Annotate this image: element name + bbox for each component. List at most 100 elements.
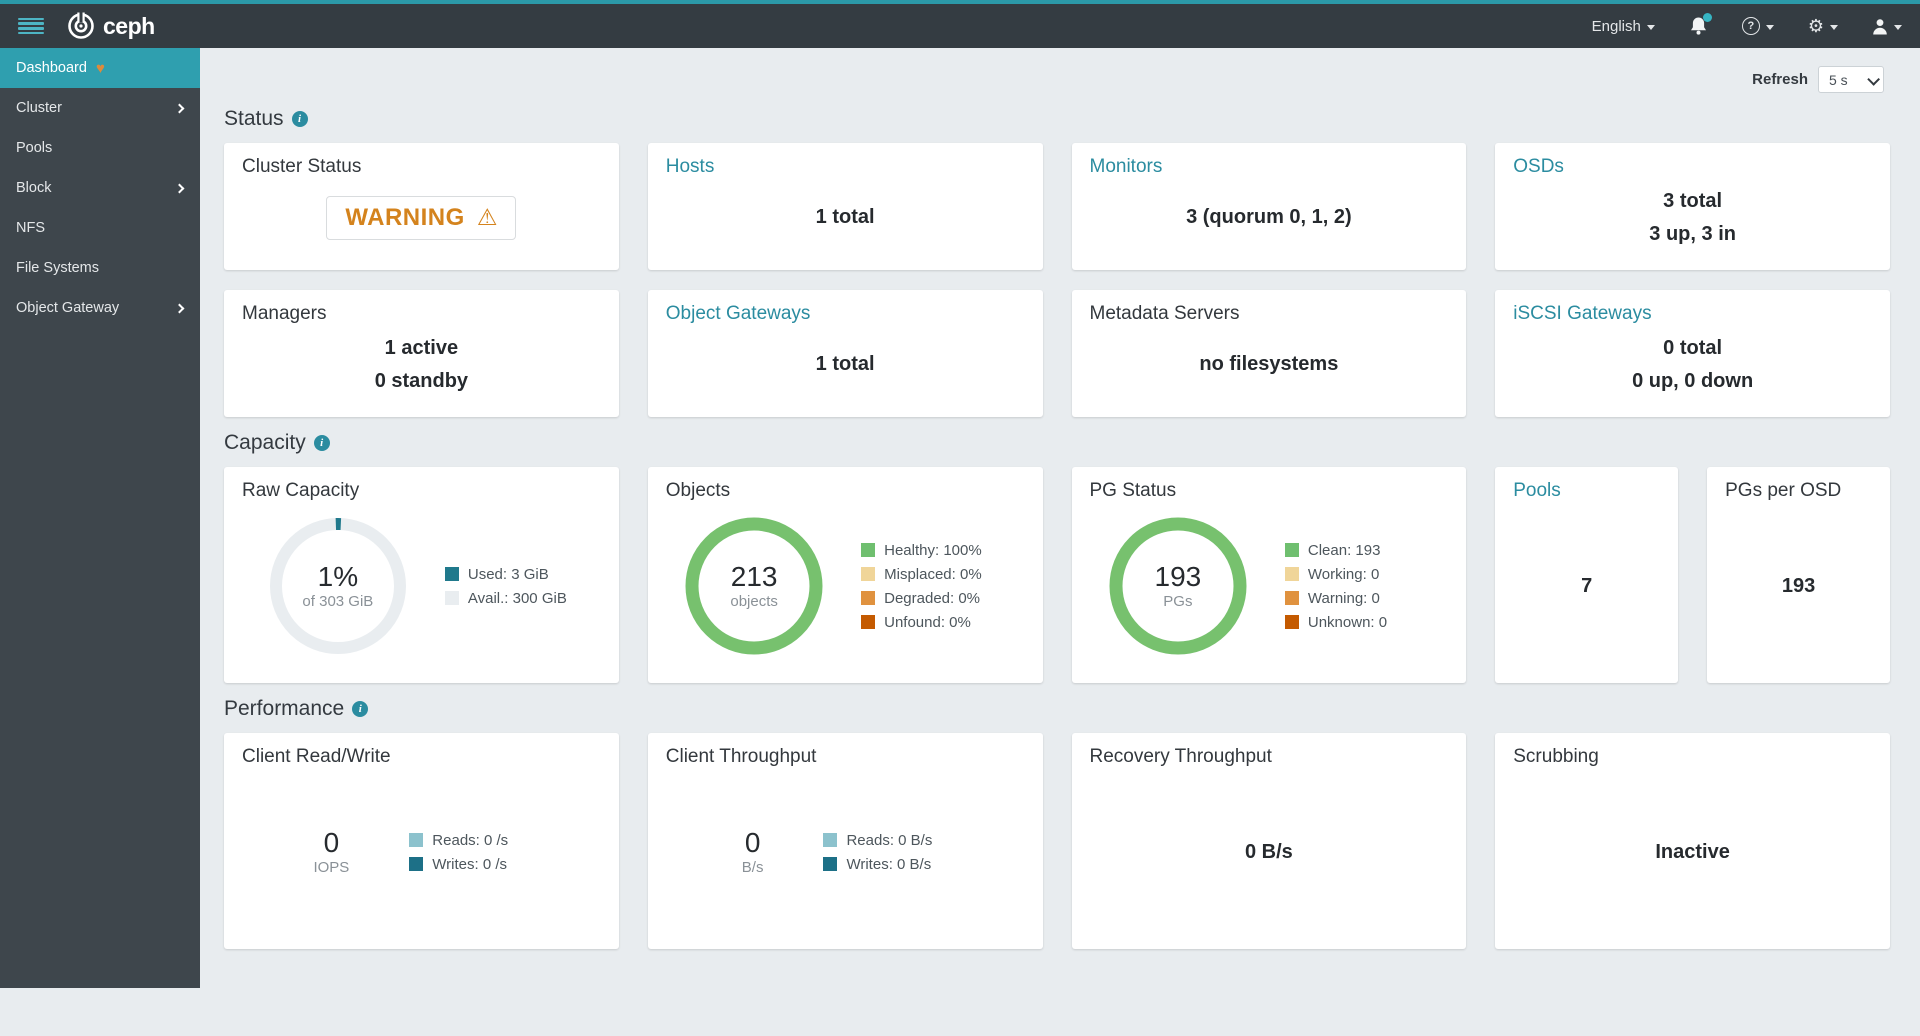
- pg-unit: PGs: [1163, 593, 1192, 610]
- scrubbing-card: Scrubbing Inactive: [1495, 733, 1890, 949]
- objects-unit: objects: [730, 593, 778, 610]
- raw-capacity-card: Raw Capacity 1% of 303 GiB Used: 3 GiB A…: [224, 467, 619, 683]
- language-label: English: [1592, 18, 1641, 35]
- legend-label: Healthy: 100%: [884, 542, 982, 559]
- sidebar-item-block[interactable]: Block: [0, 168, 200, 208]
- ceph-logo-icon: [66, 11, 96, 41]
- sidebar-item-pools[interactable]: Pools: [0, 128, 200, 168]
- object-gateways-link[interactable]: Object Gateways: [666, 303, 1025, 325]
- chevron-down-icon: [1647, 25, 1655, 30]
- card-title: PG Status: [1090, 480, 1449, 502]
- warning-triangle-icon: ⚠: [477, 206, 498, 229]
- language-dropdown[interactable]: English: [1592, 18, 1655, 35]
- pgs-per-osd-card: PGs per OSD 193: [1707, 467, 1890, 683]
- legend-swatch: [445, 591, 459, 605]
- sidebar-item-dashboard[interactable]: Dashboard ♥: [0, 48, 200, 88]
- dashboard-main: Refresh 5 s Status i Cluster Status WARN…: [200, 48, 1920, 988]
- card-title: Objects: [666, 480, 1025, 502]
- pg-count: 193: [1155, 562, 1202, 593]
- status-section-title: Status i: [224, 107, 1890, 131]
- legend-swatch: [1285, 543, 1299, 557]
- hosts-link[interactable]: Hosts: [666, 156, 1025, 178]
- chevron-down-icon: [1830, 25, 1838, 30]
- osds-total: 3 total: [1663, 185, 1722, 218]
- performance-section-title: Performance i: [224, 697, 1890, 721]
- objects-donut: 213 objects: [679, 511, 829, 661]
- legend-swatch: [861, 591, 875, 605]
- sidebar-item-nfs[interactable]: NFS: [0, 208, 200, 248]
- refresh-interval-select[interactable]: 5 s: [1818, 66, 1884, 93]
- recovery-throughput-value: 0 B/s: [1245, 836, 1293, 869]
- chevron-down-icon: [1766, 25, 1774, 30]
- sidebar-item-label: Block: [16, 180, 51, 196]
- sidebar: Dashboard ♥ Cluster Pools Block NFS File…: [0, 48, 200, 988]
- pools-link[interactable]: Pools: [1513, 480, 1660, 502]
- legend-swatch: [823, 833, 837, 847]
- pools-count: 7: [1581, 570, 1592, 603]
- iscsi-up-down: 0 up, 0 down: [1632, 365, 1753, 398]
- refresh-label: Refresh: [1752, 71, 1808, 88]
- osds-link[interactable]: OSDs: [1513, 156, 1872, 178]
- osds-card: OSDs 3 total 3 up, 3 in: [1495, 143, 1890, 270]
- monitors-value: 3 (quorum 0, 1, 2): [1186, 201, 1352, 234]
- recovery-throughput-card: Recovery Throughput 0 B/s: [1072, 733, 1467, 949]
- info-icon[interactable]: i: [292, 111, 308, 127]
- client-throughput-card: Client Throughput 0 B/s Reads: 0 B/s Wri…: [648, 733, 1043, 949]
- notification-badge: [1703, 13, 1712, 22]
- iscsi-gateways-link[interactable]: iSCSI Gateways: [1513, 303, 1872, 325]
- metadata-servers-value: no filesystems: [1199, 348, 1338, 381]
- card-title: Client Read/Write: [242, 746, 601, 768]
- objects-card: Objects 213 objects Healthy: 100% Mispla…: [648, 467, 1043, 683]
- osds-up-in: 3 up, 3 in: [1649, 218, 1736, 251]
- objects-count: 213: [731, 562, 778, 593]
- card-title: Metadata Servers: [1090, 303, 1449, 325]
- legend-label: Misplaced: 0%: [884, 566, 982, 583]
- settings-dropdown[interactable]: ⚙: [1808, 17, 1838, 35]
- legend-label: Unknown: 0: [1308, 614, 1387, 631]
- gear-icon: ⚙: [1808, 17, 1824, 35]
- card-title: Recovery Throughput: [1090, 746, 1449, 768]
- client-tp-value: 0: [745, 828, 761, 859]
- sidebar-item-label: Pools: [16, 140, 52, 156]
- hosts-value: 1 total: [816, 201, 875, 234]
- monitors-link[interactable]: Monitors: [1090, 156, 1449, 178]
- notifications-button[interactable]: [1689, 16, 1708, 36]
- legend-swatch: [861, 543, 875, 557]
- info-icon[interactable]: i: [352, 701, 368, 717]
- iscsi-total: 0 total: [1663, 332, 1722, 365]
- legend-label: Unfound: 0%: [884, 614, 971, 631]
- raw-capacity-donut: 1% of 303 GiB: [263, 511, 413, 661]
- info-icon[interactable]: i: [314, 435, 330, 451]
- help-dropdown[interactable]: ?: [1742, 17, 1774, 35]
- object-gateways-card: Object Gateways 1 total: [648, 290, 1043, 417]
- user-dropdown[interactable]: [1872, 18, 1902, 35]
- legend-swatch: [409, 857, 423, 871]
- metadata-servers-card: Metadata Servers no filesystems: [1072, 290, 1467, 417]
- pg-status-card: PG Status 193 PGs Clean: 193 Working: 0 …: [1072, 467, 1467, 683]
- managers-card: Managers 1 active 0 standby: [224, 290, 619, 417]
- client-tp-unit: B/s: [742, 859, 764, 876]
- legend-label: Clean: 193: [1308, 542, 1381, 559]
- card-title: Scrubbing: [1513, 746, 1872, 768]
- hamburger-menu-icon[interactable]: [18, 18, 44, 35]
- managers-standby: 0 standby: [375, 365, 468, 398]
- legend-label: Writes: 0 B/s: [846, 856, 931, 873]
- card-title: Raw Capacity: [242, 480, 601, 502]
- iscsi-gateways-card: iSCSI Gateways 0 total 0 up, 0 down: [1495, 290, 1890, 417]
- raw-capacity-percent: 1%: [318, 562, 358, 593]
- client-rw-unit: IOPS: [313, 859, 349, 876]
- ceph-brand[interactable]: ceph: [66, 11, 155, 41]
- client-rw-value: 0: [324, 828, 340, 859]
- sidebar-item-cluster[interactable]: Cluster: [0, 88, 200, 128]
- top-navbar: ceph English ? ⚙: [0, 0, 1920, 48]
- sidebar-item-label: File Systems: [16, 260, 99, 276]
- chevron-right-icon: [175, 183, 185, 193]
- monitors-card: Monitors 3 (quorum 0, 1, 2): [1072, 143, 1467, 270]
- cluster-status-card: Cluster Status WARNING ⚠: [224, 143, 619, 270]
- sidebar-item-object-gateway[interactable]: Object Gateway: [0, 288, 200, 328]
- object-gateways-value: 1 total: [816, 348, 875, 381]
- cluster-health-box: WARNING ⚠: [326, 196, 516, 240]
- sidebar-item-file-systems[interactable]: File Systems: [0, 248, 200, 288]
- legend-swatch: [1285, 591, 1299, 605]
- legend-swatch: [1285, 567, 1299, 581]
